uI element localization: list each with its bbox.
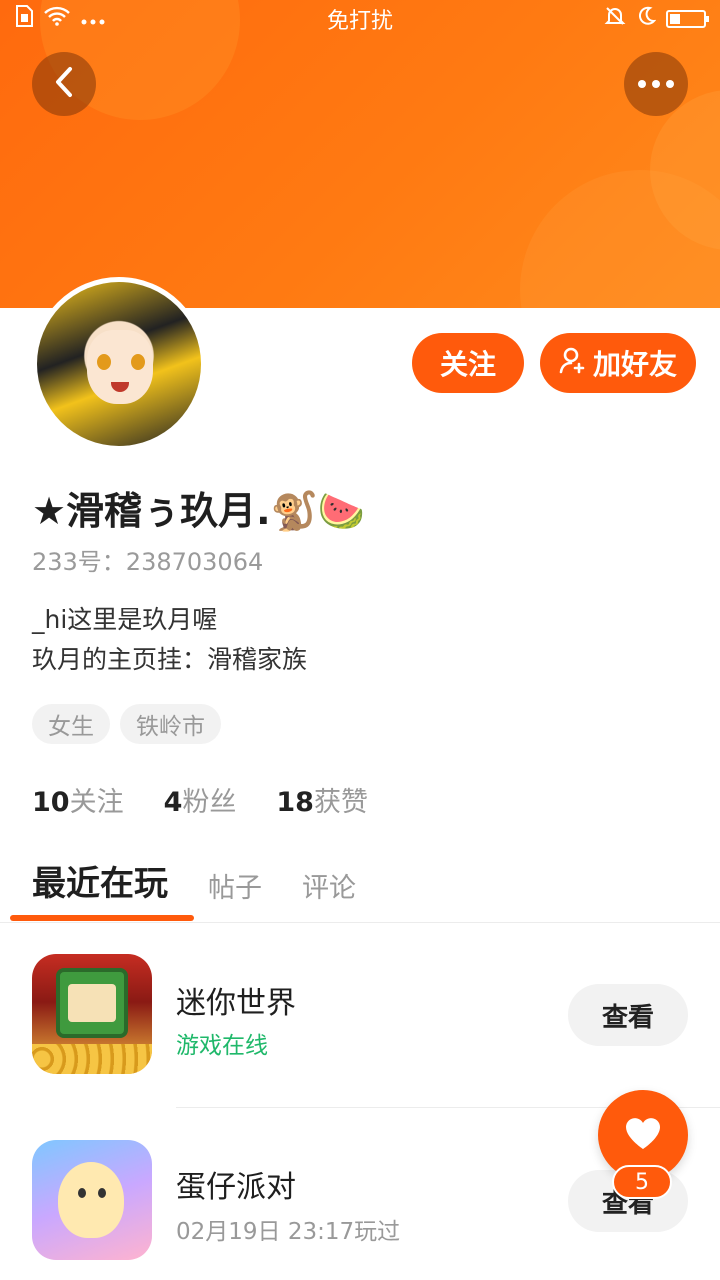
view-game-button[interactable]: 查看 (568, 984, 688, 1046)
sim-icon (14, 5, 34, 33)
follow-button[interactable]: 关注 (412, 333, 524, 393)
status-bar: 免打扰 (0, 0, 720, 38)
bio-line: 玖月的主页挂：滑稽家族 (32, 645, 308, 674)
fans-label: 粉丝 (182, 787, 237, 818)
avatar-image (37, 282, 201, 446)
mute-icon (604, 5, 626, 33)
wifi-icon (44, 6, 70, 32)
following-label: 关注 (69, 787, 124, 818)
battery-icon (666, 10, 709, 28)
game-title: 蛋仔派对 (176, 1170, 296, 1205)
bio: _hi这里是玖月喔 玖月的主页挂：滑稽家族 (32, 600, 307, 680)
game-last-played: 02月19日 23:17玩过 (176, 1219, 401, 1245)
tab-comments[interactable]: 评论 (302, 866, 356, 905)
game-list-item[interactable]: 迷你世界 游戏在线 查看 (0, 954, 720, 1084)
more-horizontal-icon (638, 80, 674, 88)
profile-stats: 10关注 4粉丝 18获赞 (32, 780, 368, 819)
bio-line: _hi这里是玖月喔 (32, 605, 218, 634)
profile-header-background (0, 0, 720, 308)
follow-button-label: 关注 (439, 348, 496, 381)
back-button[interactable] (32, 52, 96, 116)
add-friend-button[interactable]: 加好友 (540, 333, 696, 393)
add-person-icon (559, 346, 587, 381)
more-dots-icon (80, 7, 106, 32)
fans-stat[interactable]: 4粉丝 (164, 780, 237, 819)
moon-icon (636, 6, 657, 32)
like-count-badge: 5 (612, 1165, 672, 1199)
profile-tags: 女生 铁岭市 (32, 704, 221, 744)
status-right (604, 5, 709, 33)
status-left (14, 5, 106, 33)
likes-stat[interactable]: 18获赞 (276, 780, 368, 819)
tab-recently-played[interactable]: 最近在玩 (32, 856, 168, 905)
likes-label: 获赞 (313, 787, 368, 818)
more-options-button[interactable] (624, 52, 688, 116)
avatar[interactable] (32, 277, 206, 451)
fans-count: 4 (163, 787, 183, 818)
game-icon-egg-party (32, 1140, 152, 1260)
tag-gender: 女生 (32, 704, 110, 744)
following-count: 10 (32, 787, 70, 818)
add-friend-label: 加好友 (592, 348, 677, 381)
tab-posts[interactable]: 帖子 (208, 866, 262, 905)
likes-count: 18 (276, 787, 314, 818)
profile-tabs: 最近在玩 帖子 评论 (32, 856, 356, 905)
game-status: 游戏在线 (176, 1033, 268, 1059)
chevron-left-icon (52, 66, 76, 102)
game-title: 迷你世界 (176, 986, 296, 1021)
tab-divider (0, 922, 720, 923)
tag-city: 铁岭市 (120, 704, 221, 744)
user-id: 233号：238703064 (32, 548, 264, 576)
heart-icon (623, 1115, 663, 1155)
following-stat[interactable]: 10关注 (32, 780, 124, 819)
active-tab-indicator (10, 915, 194, 921)
game-icon-mini-world (32, 954, 152, 1074)
nickname: ★滑稽ぅ玖月.🐒🍉 (32, 489, 366, 533)
